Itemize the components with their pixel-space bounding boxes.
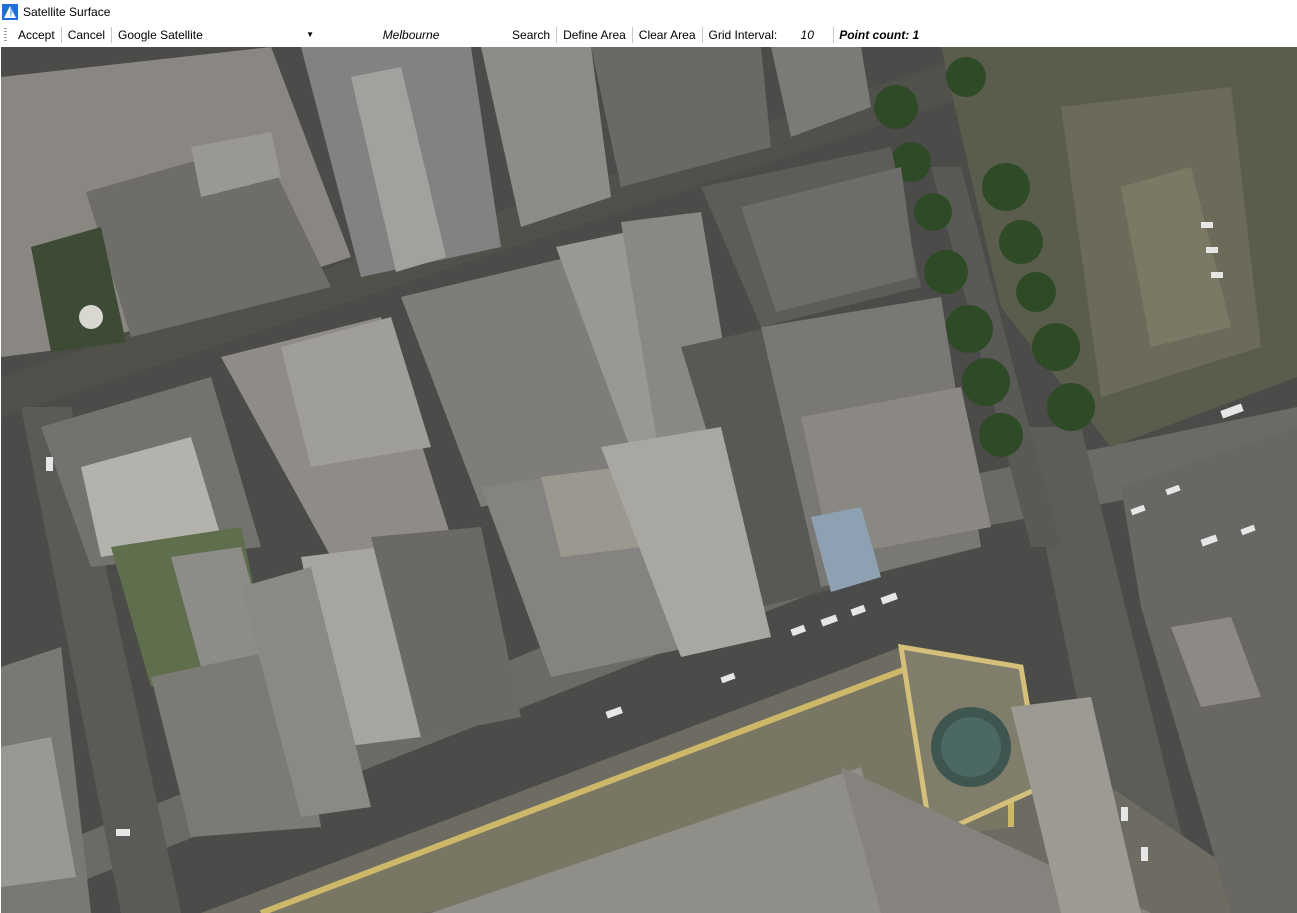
clear-area-button[interactable]: Clear Area: [634, 25, 701, 45]
toolbar-separator: [833, 27, 835, 43]
define-area-button[interactable]: Define Area: [558, 25, 631, 45]
chevron-down-icon[interactable]: ▼: [306, 25, 314, 45]
toolbar-separator: [556, 27, 558, 43]
toolbar-separator: [701, 27, 703, 43]
location-input[interactable]: Melbourne: [318, 25, 504, 45]
map-source-selected: Google Satellite: [118, 28, 203, 42]
toolbar-separator: [631, 27, 633, 43]
toolbar: Accept Cancel Google Satellite ▼ Melbour…: [0, 23, 1297, 47]
satellite-image[interactable]: [1, 47, 1297, 913]
grid-interval-input[interactable]: 10: [782, 25, 832, 45]
search-button[interactable]: Search: [507, 25, 555, 45]
toolbar-separator: [111, 27, 113, 43]
grid-interval-label: Grid Interval:: [708, 28, 778, 42]
map-source-dropdown[interactable]: Google Satellite ▼: [113, 25, 318, 45]
toolbar-grip-handle[interactable]: [4, 28, 7, 42]
window-title: Satellite Surface: [23, 4, 111, 19]
point-count-status: Point count: 1: [839, 28, 920, 42]
accept-button[interactable]: Accept: [13, 25, 60, 45]
satellite-map-view[interactable]: [1, 47, 1297, 913]
title-bar: Satellite Surface: [0, 0, 1297, 23]
app-logo-icon: [2, 3, 18, 20]
toolbar-separator: [60, 27, 62, 43]
cancel-button[interactable]: Cancel: [63, 25, 110, 45]
